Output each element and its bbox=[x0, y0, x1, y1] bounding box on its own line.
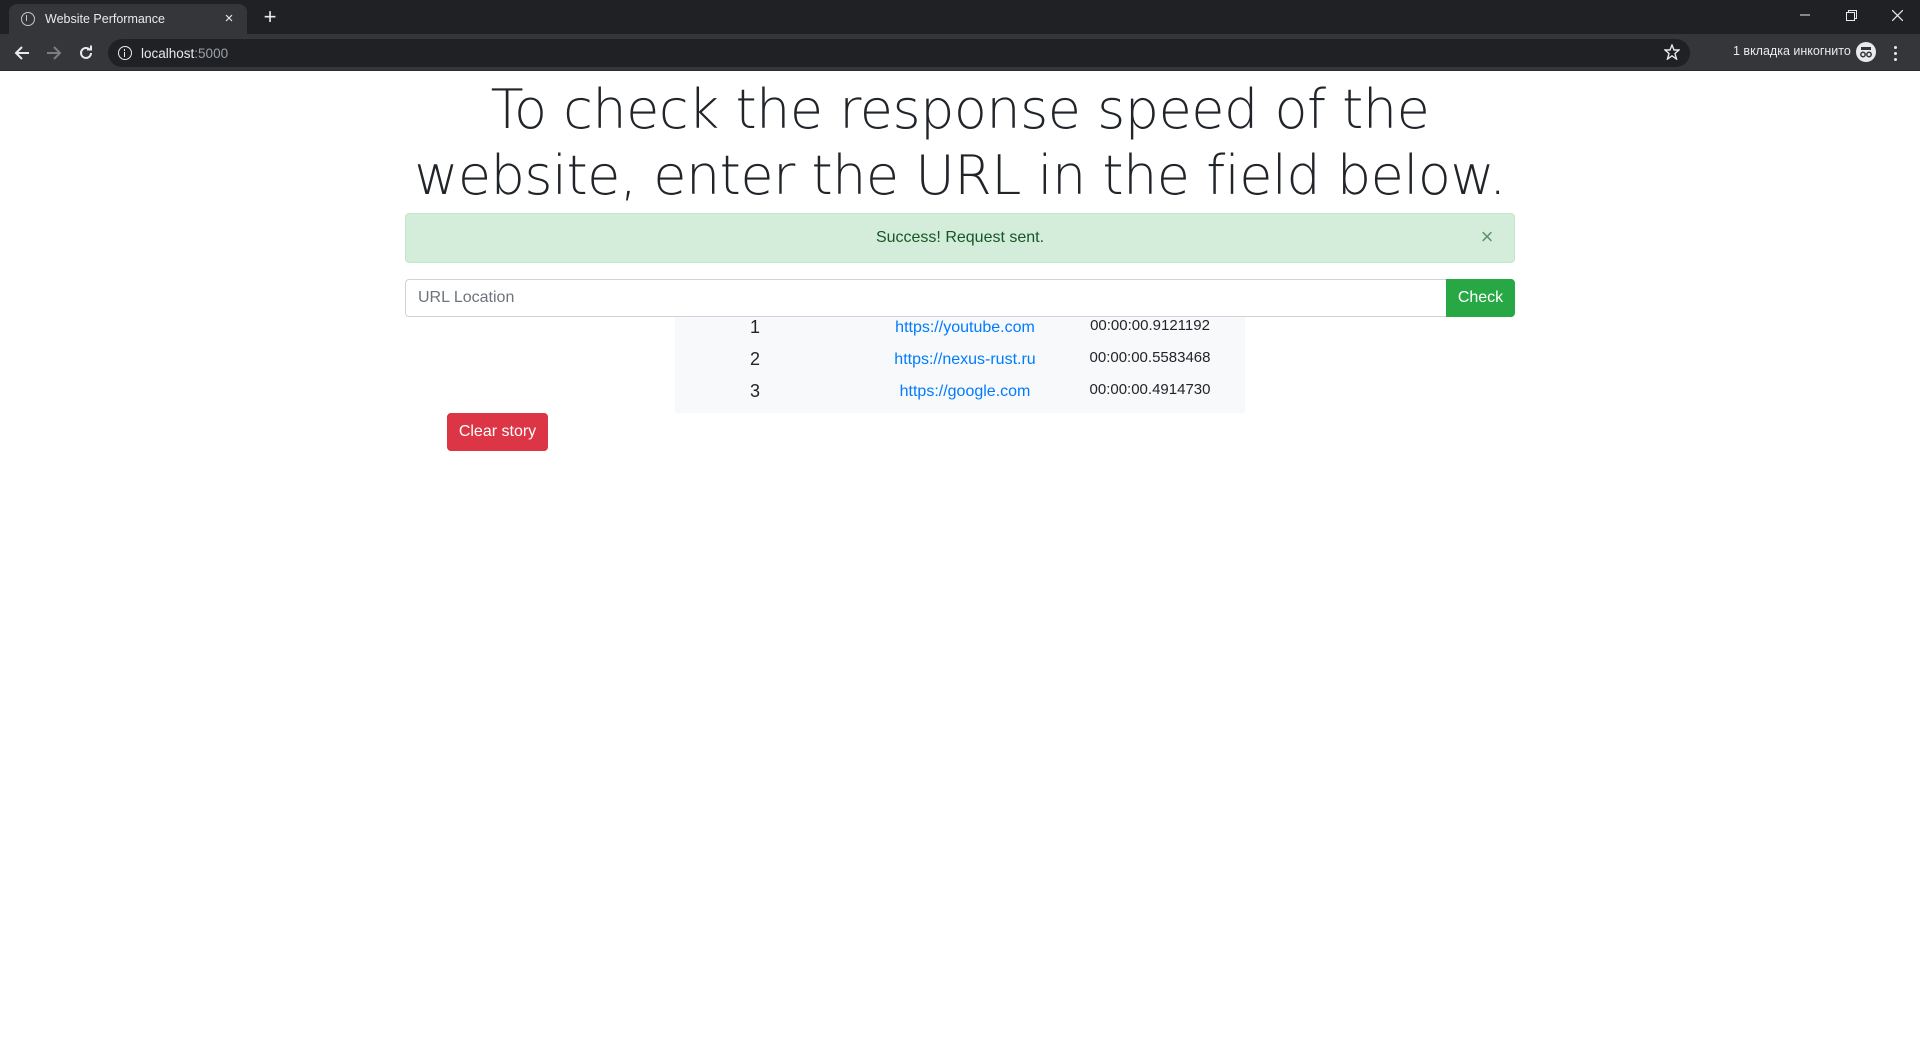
address-bar[interactable]: localhost:5000 bbox=[108, 39, 1690, 67]
row-number: 2 bbox=[749, 349, 760, 369]
response-time: 00:00:00.9121192 bbox=[1090, 317, 1210, 334]
url-form: Check bbox=[405, 279, 1515, 317]
forward-arrow-icon[interactable] bbox=[41, 40, 67, 66]
url-link[interactable]: https://youtube.com bbox=[865, 319, 1065, 337]
back-arrow-icon[interactable] bbox=[9, 40, 35, 66]
site-info-icon[interactable] bbox=[118, 46, 132, 60]
response-time: 00:00:00.5583468 bbox=[1089, 349, 1211, 366]
success-alert: Success! Request sent. × bbox=[405, 213, 1515, 263]
incognito-label[interactable]: 1 вкладка инкогнито bbox=[1733, 44, 1851, 58]
new-tab-button[interactable]: + bbox=[258, 5, 282, 29]
info-icon bbox=[21, 12, 35, 26]
response-time: 00:00:00.4914730 bbox=[1089, 381, 1211, 398]
bookmark-star-icon[interactable] bbox=[1663, 43, 1681, 63]
row-number: 1 bbox=[749, 317, 760, 337]
url-link[interactable]: https://nexus-rust.ru bbox=[865, 351, 1065, 369]
table-row: 1 https://youtube.com 00:00:00.9121192 bbox=[675, 317, 1245, 349]
address-host: localhost bbox=[141, 45, 195, 61]
url-input[interactable] bbox=[405, 279, 1446, 317]
window-controls bbox=[1782, 0, 1920, 30]
row-number: 3 bbox=[749, 381, 760, 401]
page-title: To check the response speed of the websi… bbox=[414, 78, 1506, 207]
history-table: 1 https://youtube.com 00:00:00.9121192 2… bbox=[675, 317, 1245, 413]
clear-story-button[interactable]: Clear story bbox=[447, 413, 548, 451]
restore-icon[interactable] bbox=[1828, 0, 1874, 30]
alert-message: Success! Request sent. bbox=[875, 229, 1045, 246]
tab-title: Website Performance bbox=[45, 12, 165, 26]
incognito-icon[interactable] bbox=[1856, 42, 1876, 62]
reload-icon[interactable] bbox=[73, 40, 99, 66]
page-content: To check the response speed of the websi… bbox=[0, 71, 1920, 1040]
check-button[interactable]: Check bbox=[1446, 279, 1515, 317]
more-menu-icon[interactable] bbox=[1888, 42, 1902, 64]
close-icon[interactable]: × bbox=[1476, 226, 1498, 248]
browser-toolbar: localhost:5000 1 вкладка инкогнито bbox=[0, 34, 1920, 71]
tab-strip: Website Performance × + bbox=[0, 0, 1920, 34]
tab-close-icon[interactable]: × bbox=[221, 11, 237, 27]
browser-tab[interactable]: Website Performance × bbox=[9, 4, 247, 34]
table-row: 2 https://nexus-rust.ru 00:00:00.5583468 bbox=[675, 349, 1245, 381]
url-link[interactable]: https://google.com bbox=[865, 383, 1065, 401]
close-window-icon[interactable] bbox=[1874, 0, 1920, 30]
address-port: :5000 bbox=[194, 45, 229, 61]
table-row: 3 https://google.com 00:00:00.4914730 bbox=[675, 381, 1245, 413]
minimize-icon[interactable] bbox=[1782, 0, 1828, 30]
